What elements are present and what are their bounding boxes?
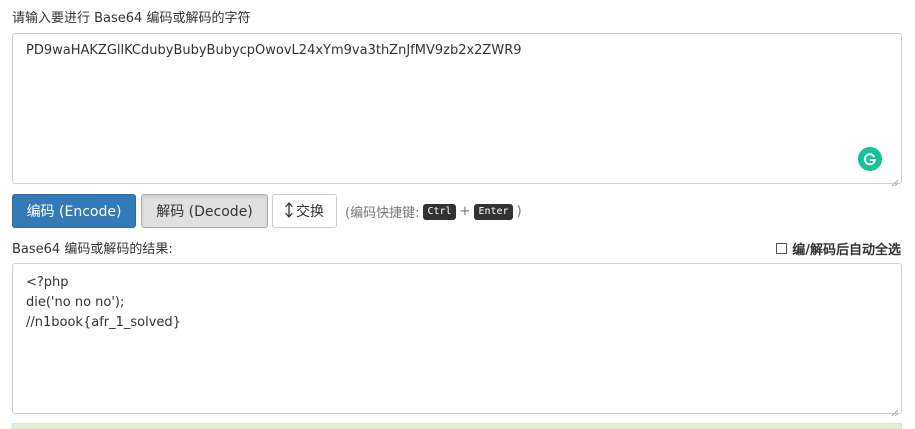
output-line: die('no no no'); [26, 295, 125, 310]
output-label: Base64 编码或解码的结果: [12, 242, 173, 257]
kbd-ctrl: Ctrl [423, 203, 456, 220]
output-text: <?php die('no no no'); //n1book{afr_1_so… [26, 273, 181, 333]
grammarly-icon[interactable] [858, 147, 882, 171]
output-line: //n1book{afr_1_solved} [26, 315, 181, 330]
auto-select-label: 编/解码后自动全选 [792, 243, 901, 258]
kbd-enter: Enter [474, 203, 513, 220]
hint-prefix: (编码快捷键: [345, 206, 420, 221]
shortcut-hint: (编码快捷键: Ctrl + Enter ) [345, 202, 522, 221]
hint-suffix: ) [516, 204, 522, 219]
swap-vertical-icon [285, 201, 293, 221]
swap-label: 交换 [296, 204, 324, 220]
output-textarea[interactable]: <?php die('no no no'); //n1book{afr_1_so… [12, 263, 902, 417]
auto-select-checkbox[interactable] [776, 243, 788, 254]
auto-select-toggle[interactable]: 编/解码后自动全选 [776, 239, 901, 258]
input-text: PD9waHAKZGllKCdubyBubyBubycpOwovL24xYm9v… [26, 43, 522, 58]
hint-plus: + [459, 204, 471, 219]
input-textarea[interactable]: PD9waHAKZGllKCdubyBubyBubycpOwovL24xYm9v… [12, 33, 902, 187]
input-label: 请输入要进行 Base64 编码或解码的字符 [12, 11, 251, 26]
resize-handle-icon[interactable] [890, 172, 899, 187]
swap-button[interactable]: 交换 [272, 194, 337, 228]
status-alert [12, 423, 902, 429]
decode-button[interactable]: 解码 (Decode) [141, 194, 268, 228]
output-line: <?php [26, 275, 69, 290]
encode-button[interactable]: 编码 (Encode) [12, 194, 136, 228]
resize-handle-icon[interactable] [890, 402, 899, 417]
